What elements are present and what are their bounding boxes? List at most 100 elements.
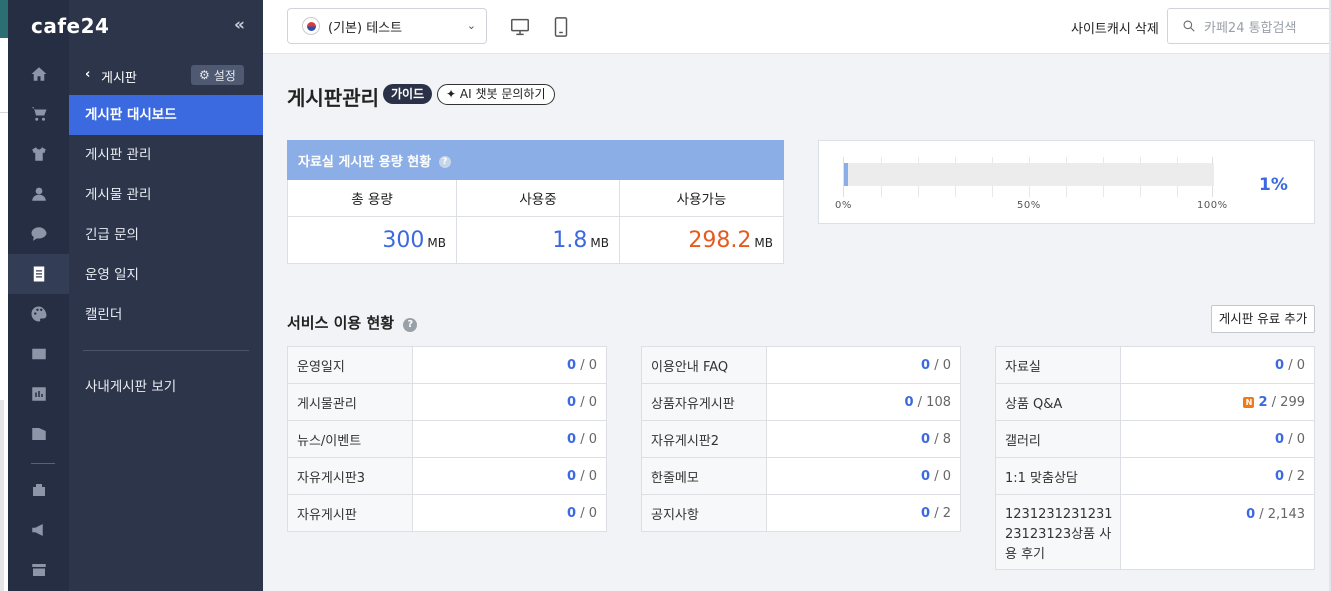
table-row: 공지사항 0 / 2 — [641, 494, 961, 532]
user-icon[interactable] — [8, 174, 69, 214]
board-count: 0 / 0 — [412, 494, 607, 532]
board-name: 자료실 — [995, 346, 1121, 384]
usage-tick-50: 50% — [1017, 200, 1041, 211]
menu-item-urgent-inquiry[interactable]: 긴급 문의 — [69, 215, 263, 255]
storage-usage-box: 0% 50% 100% 1% — [818, 140, 1315, 224]
board-name: 뉴스/이벤트 — [287, 420, 413, 458]
help-icon[interactable]: ? — [403, 318, 418, 332]
board-count: 0 / 0 — [412, 383, 607, 421]
desktop-view-icon[interactable] — [509, 16, 531, 38]
shirt-icon[interactable] — [8, 134, 69, 174]
board-count-total: / 0 — [580, 394, 597, 410]
board-name: 이용안내 FAQ — [641, 346, 767, 384]
table-row: 1:1 맞춤상담 0 / 2 — [995, 457, 1315, 495]
board-count-current: 0 — [904, 394, 914, 410]
board-count-current: 0 — [921, 431, 931, 447]
menu-item-internal-board[interactable]: 사내게시판 보기 — [69, 367, 263, 407]
sparkle-icon: ✦ — [446, 87, 457, 101]
page-title: 게시판관리 — [287, 86, 379, 110]
table-row: 갤러리 0 / 0 — [995, 420, 1315, 458]
table-row: 게시물관리 0 / 0 — [287, 383, 607, 421]
board-count: 0 / 2,143 — [1120, 494, 1315, 570]
add-paid-board-button[interactable]: 게시판 유료 추가 — [1211, 305, 1315, 333]
board-name: 상품 Q&A — [995, 383, 1121, 421]
board-name: 상품자유게시판 — [641, 383, 767, 421]
board-name: 공지사항 — [641, 494, 767, 532]
usage-progress — [843, 157, 1214, 197]
board-name: 운영일지 — [287, 346, 413, 384]
search-icon — [1183, 20, 1195, 32]
menu-item-calendar[interactable]: 캘린더 — [69, 295, 263, 335]
home-icon[interactable] — [8, 54, 69, 94]
board-count-total: / 2 — [934, 505, 951, 521]
board-count-total: / 8 — [934, 431, 951, 447]
edge-scrollbar — [0, 400, 4, 591]
korea-flag-icon — [302, 17, 320, 35]
board-count-total: / 0 — [934, 468, 951, 484]
global-search-input[interactable]: 카페24 통합검색 — [1167, 8, 1331, 44]
global-search-placeholder: 카페24 통합검색 — [1204, 20, 1297, 36]
ai-chatbot-button[interactable]: ✦ AI 챗봇 문의하기 — [437, 84, 555, 105]
board-count: 0 / 2 — [766, 494, 961, 532]
menu-item-board-manage[interactable]: 게시판 관리 — [69, 135, 263, 175]
board-count-current: 0 — [1275, 468, 1285, 484]
board-name: 자유게시판3 — [287, 457, 413, 495]
mobile-view-icon[interactable] — [550, 16, 572, 38]
site-cache-delete-link[interactable]: 사이트캐시 삭제 — [1071, 18, 1159, 37]
menu-item-operation-log[interactable]: 운영 일지 — [69, 255, 263, 295]
table-row: 한줄메모 0 / 0 — [641, 457, 961, 495]
panel-back-label[interactable]: 게시판 — [101, 67, 137, 86]
board-count-total: / 108 — [917, 394, 951, 410]
board-name: 123123123123123123123상품 사용 후기 — [995, 494, 1121, 570]
collapse-sidebar-icon[interactable]: « — [234, 15, 245, 35]
board-count-total: / 2 — [1288, 468, 1305, 484]
service-table-3: 자료실 0 / 0 상품 Q&A N2 / 299 갤러리 0 / 0 1:1 … — [995, 346, 1315, 570]
board-count: 0 / 0 — [1120, 346, 1315, 384]
cafe24-logo[interactable]: cafe24 — [31, 14, 109, 40]
storage-available-cell: 298.2 MB — [619, 216, 784, 264]
table-row: 자유게시판2 0 / 8 — [641, 420, 961, 458]
channel-icon[interactable] — [8, 414, 69, 454]
board-count-current: 0 — [1275, 357, 1285, 373]
board-count-current: 0 — [567, 394, 577, 410]
board-count-total: / 0 — [580, 357, 597, 373]
table-row: 상품 Q&A N2 / 299 — [995, 383, 1315, 421]
board-count-total: / 0 — [934, 357, 951, 373]
panel-settings-button[interactable]: ⚙ 설정 — [191, 65, 244, 85]
board-count-current: 0 — [921, 468, 931, 484]
shop-selector[interactable]: (기본) 테스트 ⌄ — [287, 8, 487, 44]
palette-icon[interactable] — [8, 294, 69, 334]
storage-used-cell: 1.8 MB — [456, 216, 620, 264]
apps-icon[interactable] — [8, 470, 69, 510]
table-row: 이용안내 FAQ 0 / 0 — [641, 346, 961, 384]
board-count-current: 0 — [567, 468, 577, 484]
rail-divider — [31, 463, 55, 464]
usage-fill — [844, 163, 848, 186]
edge-divider — [0, 112, 8, 113]
menu-item-board-dashboard[interactable]: 게시판 대시보드 — [69, 95, 263, 135]
board-count: 0 / 8 — [766, 420, 961, 458]
stats-icon[interactable] — [8, 374, 69, 414]
back-chevron-icon[interactable]: ‹ — [85, 67, 90, 82]
new-badge-icon: N — [1243, 396, 1255, 408]
board-icon[interactable] — [8, 254, 69, 294]
board-count: 0 / 0 — [1120, 420, 1315, 458]
help-icon[interactable]: ? — [438, 156, 451, 168]
board-count-current: 2 — [1258, 394, 1268, 410]
menu-item-post-manage[interactable]: 게시물 관리 — [69, 175, 263, 215]
storage-unit: MB — [754, 235, 773, 250]
board-count-total: / 0 — [580, 431, 597, 447]
table-row: 자료실 0 / 0 — [995, 346, 1315, 384]
usage-percent: 1% — [1259, 175, 1288, 195]
board-count: 0 / 0 — [766, 457, 961, 495]
store-icon[interactable] — [8, 550, 69, 590]
megaphone-icon[interactable] — [8, 510, 69, 550]
cart-icon[interactable] — [8, 94, 69, 134]
promotion-icon[interactable] — [8, 334, 69, 374]
board-count: 0 / 0 — [412, 457, 607, 495]
board-count: 0 / 0 — [412, 420, 607, 458]
top-bar: (기본) 테스트 ⌄ 사이트캐시 삭제 카페24 통합검색 — [263, 0, 1331, 54]
shop-name: (기본) 테스트 — [328, 20, 403, 36]
guide-button[interactable]: 가이드 — [383, 84, 433, 104]
chat-icon[interactable] — [8, 214, 69, 254]
